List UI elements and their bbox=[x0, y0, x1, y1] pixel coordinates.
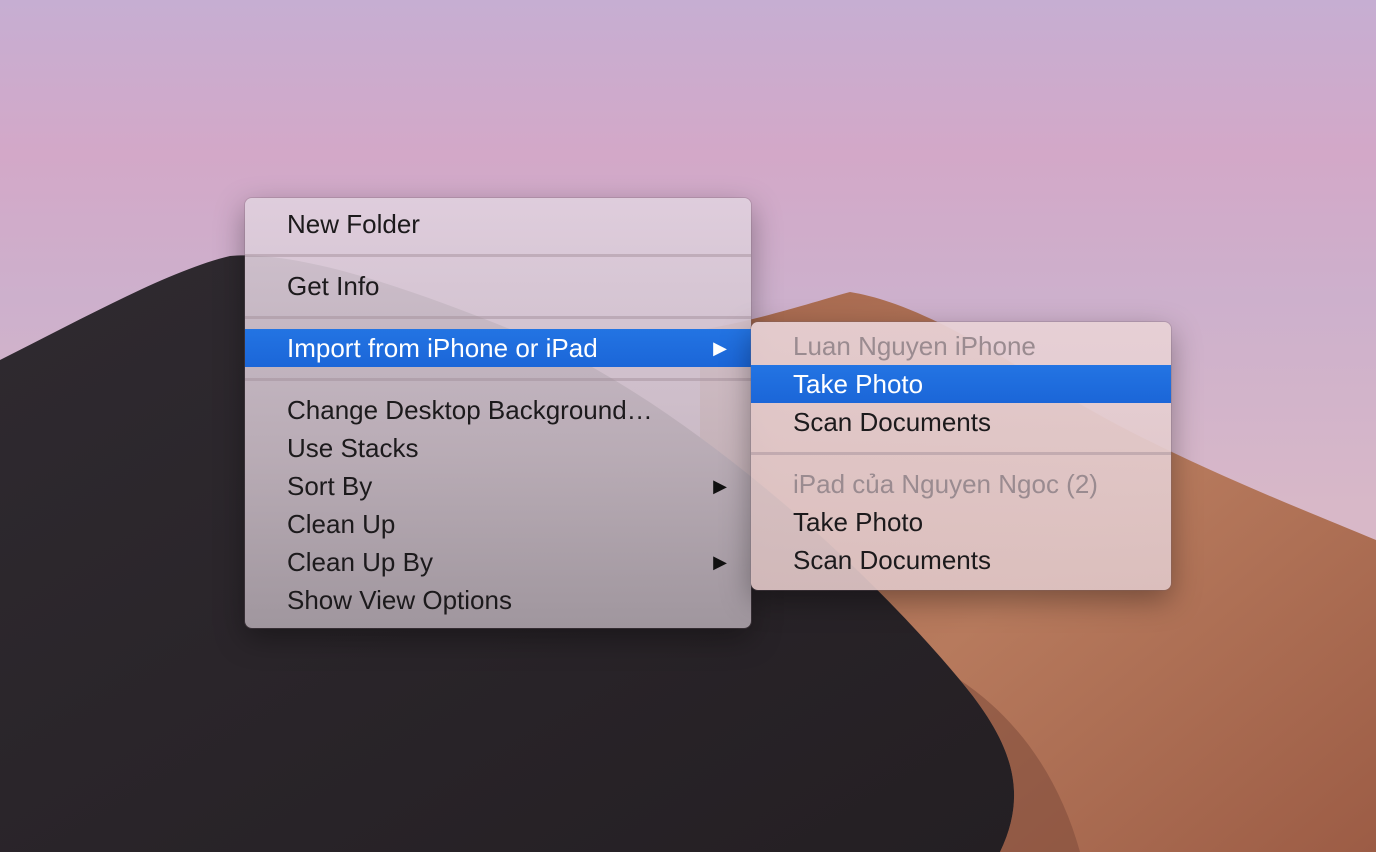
menu-item-label: Import from iPhone or iPad bbox=[287, 333, 598, 363]
submenu-item-take-photo-iphone[interactable]: Take Photo bbox=[751, 365, 1171, 403]
menu-item-use-stacks[interactable]: Use Stacks bbox=[245, 429, 751, 467]
menu-item-label: Get Info bbox=[287, 271, 380, 301]
menu-item-sort-by[interactable]: Sort By ▶ bbox=[245, 467, 751, 505]
submenu-item-take-photo-ipad[interactable]: Take Photo bbox=[751, 503, 1171, 541]
menu-item-label: Use Stacks bbox=[287, 433, 419, 463]
submenu-device-header-ipad: iPad của Nguyen Ngoc (2) bbox=[751, 465, 1171, 503]
menu-item-new-folder[interactable]: New Folder bbox=[245, 205, 751, 243]
menu-item-label: Show View Options bbox=[287, 585, 512, 615]
submenu-item-scan-documents-ipad[interactable]: Scan Documents bbox=[751, 541, 1171, 579]
desktop-context-menu: New Folder Get Info Import from iPhone o… bbox=[245, 198, 751, 628]
menu-item-change-desktop-background[interactable]: Change Desktop Background… bbox=[245, 391, 751, 429]
menu-item-label: Scan Documents bbox=[793, 545, 991, 575]
menu-item-label: Take Photo bbox=[793, 369, 924, 399]
menu-separator bbox=[245, 243, 751, 267]
menu-item-label: Take Photo bbox=[793, 507, 924, 537]
submenu-arrow-icon: ▶ bbox=[713, 338, 727, 358]
menu-item-show-view-options[interactable]: Show View Options bbox=[245, 581, 751, 619]
submenu-arrow-icon: ▶ bbox=[713, 476, 727, 496]
menu-separator bbox=[245, 367, 751, 391]
menu-item-get-info[interactable]: Get Info bbox=[245, 267, 751, 305]
submenu-device-header-iphone: Luan Nguyen iPhone bbox=[751, 327, 1171, 365]
menu-separator bbox=[245, 305, 751, 329]
menu-item-clean-up[interactable]: Clean Up bbox=[245, 505, 751, 543]
menu-item-label: New Folder bbox=[287, 209, 420, 239]
submenu-arrow-icon: ▶ bbox=[713, 552, 727, 572]
device-name-label: Luan Nguyen iPhone bbox=[793, 331, 1036, 361]
submenu-item-scan-documents-iphone[interactable]: Scan Documents bbox=[751, 403, 1171, 441]
menu-item-label: Clean Up By bbox=[287, 547, 433, 577]
menu-item-clean-up-by[interactable]: Clean Up By ▶ bbox=[245, 543, 751, 581]
menu-item-label: Scan Documents bbox=[793, 407, 991, 437]
menu-item-label: Change Desktop Background… bbox=[287, 395, 653, 425]
menu-item-label: Sort By bbox=[287, 471, 373, 501]
import-submenu: Luan Nguyen iPhone Take Photo Scan Docum… bbox=[751, 322, 1171, 590]
menu-item-import-from-iphone-or-ipad[interactable]: Import from iPhone or iPad ▶ bbox=[245, 329, 751, 367]
device-name-label: iPad của Nguyen Ngoc (2) bbox=[793, 469, 1098, 499]
menu-item-label: Clean Up bbox=[287, 509, 396, 539]
menu-separator bbox=[751, 441, 1171, 465]
